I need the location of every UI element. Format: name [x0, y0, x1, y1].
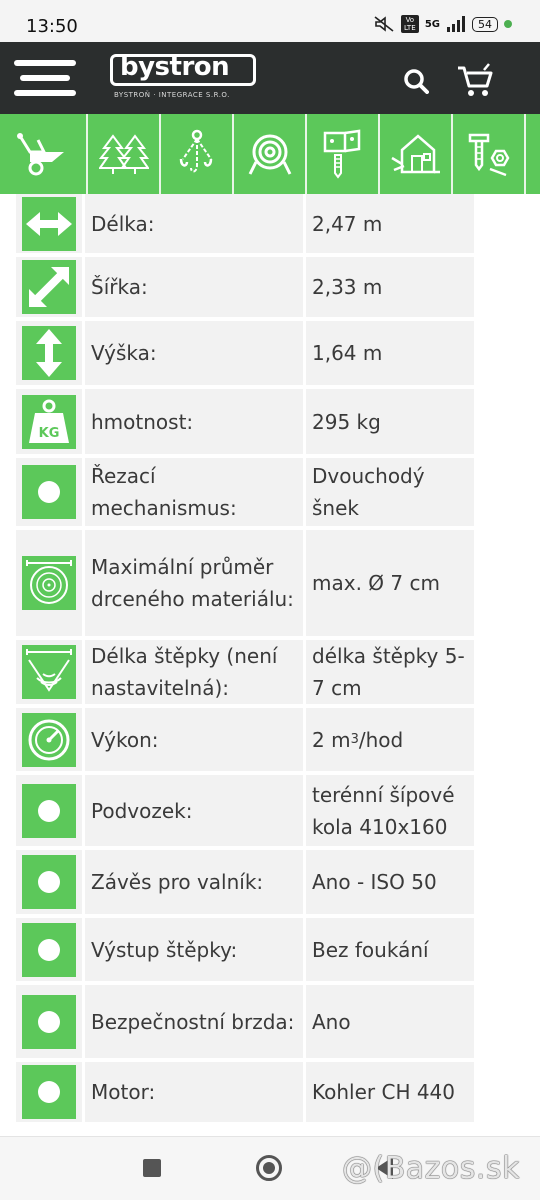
circle-icon	[38, 871, 60, 893]
category-chains[interactable]	[161, 114, 234, 194]
battery-icon: 54	[472, 16, 498, 32]
circle-icon	[38, 481, 60, 503]
watermark: @(Bazos.sk	[342, 1151, 520, 1186]
logo-text: bystron	[120, 52, 230, 82]
spec-label: Podvozek:	[85, 775, 303, 846]
power-value: 2 m	[312, 727, 351, 752]
gauge-icon	[28, 719, 70, 760]
table-row: Výkon: 2 m 3/hod	[16, 708, 474, 775]
bracket-screw-icon	[323, 129, 360, 179]
spec-table: Délka: 2,47 m Šířka: 2,33 m Výška: 1,64 …	[16, 194, 474, 1126]
status-bar: 13:50 Vo LTE 5G 54	[0, 0, 540, 42]
power-unit: /hod	[358, 727, 404, 752]
network-label: 5G	[424, 18, 440, 30]
circle-icon	[38, 1010, 60, 1033]
spec-value: 295 kg	[306, 389, 474, 454]
search-icon[interactable]	[403, 68, 429, 94]
category-garden-buildings[interactable]	[380, 114, 453, 194]
trees-icon	[98, 134, 149, 174]
table-row: Délka štěpky (není nastavitelná): délka …	[16, 640, 474, 708]
mute-icon	[374, 16, 394, 32]
category-brackets[interactable]	[307, 114, 380, 194]
home-button[interactable]	[256, 1155, 282, 1181]
spec-label: Výkon:	[85, 708, 303, 771]
table-row: Šířka: 2,33 m	[16, 257, 474, 321]
table-row: KG hmotnost: 295 kg	[16, 389, 474, 458]
system-nav-bar: @(Bazos.sk	[0, 1136, 540, 1200]
spec-label: Délka štěpky (není nastavitelná):	[85, 640, 303, 704]
spec-label: Bezpečnostní brzda:	[85, 985, 303, 1058]
spec-label: Výška:	[85, 321, 303, 385]
site-header: bystron BYSTROŇ · INTEGRACE S.R.O.	[0, 42, 540, 114]
spec-label: Řezací mechanismus:	[85, 458, 303, 526]
bystron-logo[interactable]: bystron BYSTROŇ · INTEGRACE S.R.O.	[110, 52, 260, 106]
length-arrows-icon	[26, 211, 72, 236]
circle-icon	[38, 1081, 60, 1103]
spec-label: Výstup štěpky:	[85, 918, 303, 981]
spec-label: Motor:	[85, 1062, 303, 1122]
house-tools-icon	[390, 134, 440, 174]
weight-kg-icon: KG	[29, 399, 69, 443]
status-icons: Vo LTE 5G 54	[373, 15, 512, 33]
table-row: Délka: 2,47 m	[16, 194, 474, 257]
table-row: Výstup štěpky: Bez foukání	[16, 918, 474, 985]
notification-dot	[504, 20, 512, 28]
table-row: Výška: 1,64 m	[16, 321, 474, 389]
chain-hook-icon	[179, 129, 212, 173]
spec-value: 2,47 m	[306, 194, 474, 253]
category-forestry[interactable]	[88, 114, 161, 194]
circle-icon	[38, 799, 60, 822]
circle-icon	[38, 938, 60, 961]
log-diameter-icon	[26, 560, 72, 604]
spec-value: Ano	[306, 985, 474, 1058]
table-row: Motor: Kohler CH 440	[16, 1062, 474, 1126]
spec-label: Délka:	[85, 194, 303, 253]
weight-icon-text: KG	[39, 426, 60, 441]
status-time: 13:50	[26, 16, 78, 37]
width-arrows-icon	[29, 267, 69, 307]
table-row: Řezací mechanismus: Dvouchodý šnek	[16, 458, 474, 530]
rope-icon	[248, 134, 291, 175]
spec-label: hmotnost:	[85, 389, 303, 454]
spec-value: Ano - ISO 50	[306, 850, 474, 914]
spec-value: Dvouchodý šnek	[306, 458, 474, 526]
spec-value: 1,64 m	[306, 321, 474, 385]
recents-button[interactable]	[143, 1159, 161, 1177]
spec-value: terénní šípové kola 410x160	[306, 775, 474, 846]
table-row: Maximální průměr drceného materiálu: max…	[16, 530, 474, 640]
spec-value: 2,33 m	[306, 257, 474, 317]
spec-value: Bez foukání	[306, 918, 474, 981]
hamburger-menu-icon[interactable]	[14, 56, 76, 100]
logo-subtitle: BYSTROŇ · INTEGRACE S.R.O.	[114, 91, 230, 99]
table-row: Závěs pro valník: Ano - ISO 50	[16, 850, 474, 918]
wood-chipper-icon	[17, 133, 64, 176]
signal-icon	[447, 16, 465, 32]
bolts-nuts-icon	[468, 133, 509, 177]
spec-label: Šířka:	[85, 257, 303, 317]
chip-length-icon	[26, 649, 72, 692]
spec-value: 2 m 3/hod	[306, 708, 474, 771]
table-row: Bezpečnostní brzda: Ano	[16, 985, 474, 1062]
category-fasteners[interactable]	[453, 114, 526, 194]
spec-value: max. Ø 7 cm	[306, 530, 474, 636]
category-wood-chippers[interactable]	[0, 114, 88, 194]
table-row: Podvozek: terénní šípové kola 410x160	[16, 775, 474, 850]
category-nav	[0, 114, 540, 194]
category-ropes[interactable]	[234, 114, 307, 194]
spec-label: Maximální průměr drceného materiálu:	[85, 530, 303, 636]
spec-value: délka štěpky 5-7 cm	[306, 640, 474, 704]
height-arrows-icon	[36, 329, 62, 377]
cart-icon[interactable]	[456, 62, 494, 98]
volte-icon: Vo LTE	[400, 15, 419, 33]
spec-value: Kohler CH 440	[306, 1062, 474, 1122]
spec-label: Závěs pro valník:	[85, 850, 303, 914]
